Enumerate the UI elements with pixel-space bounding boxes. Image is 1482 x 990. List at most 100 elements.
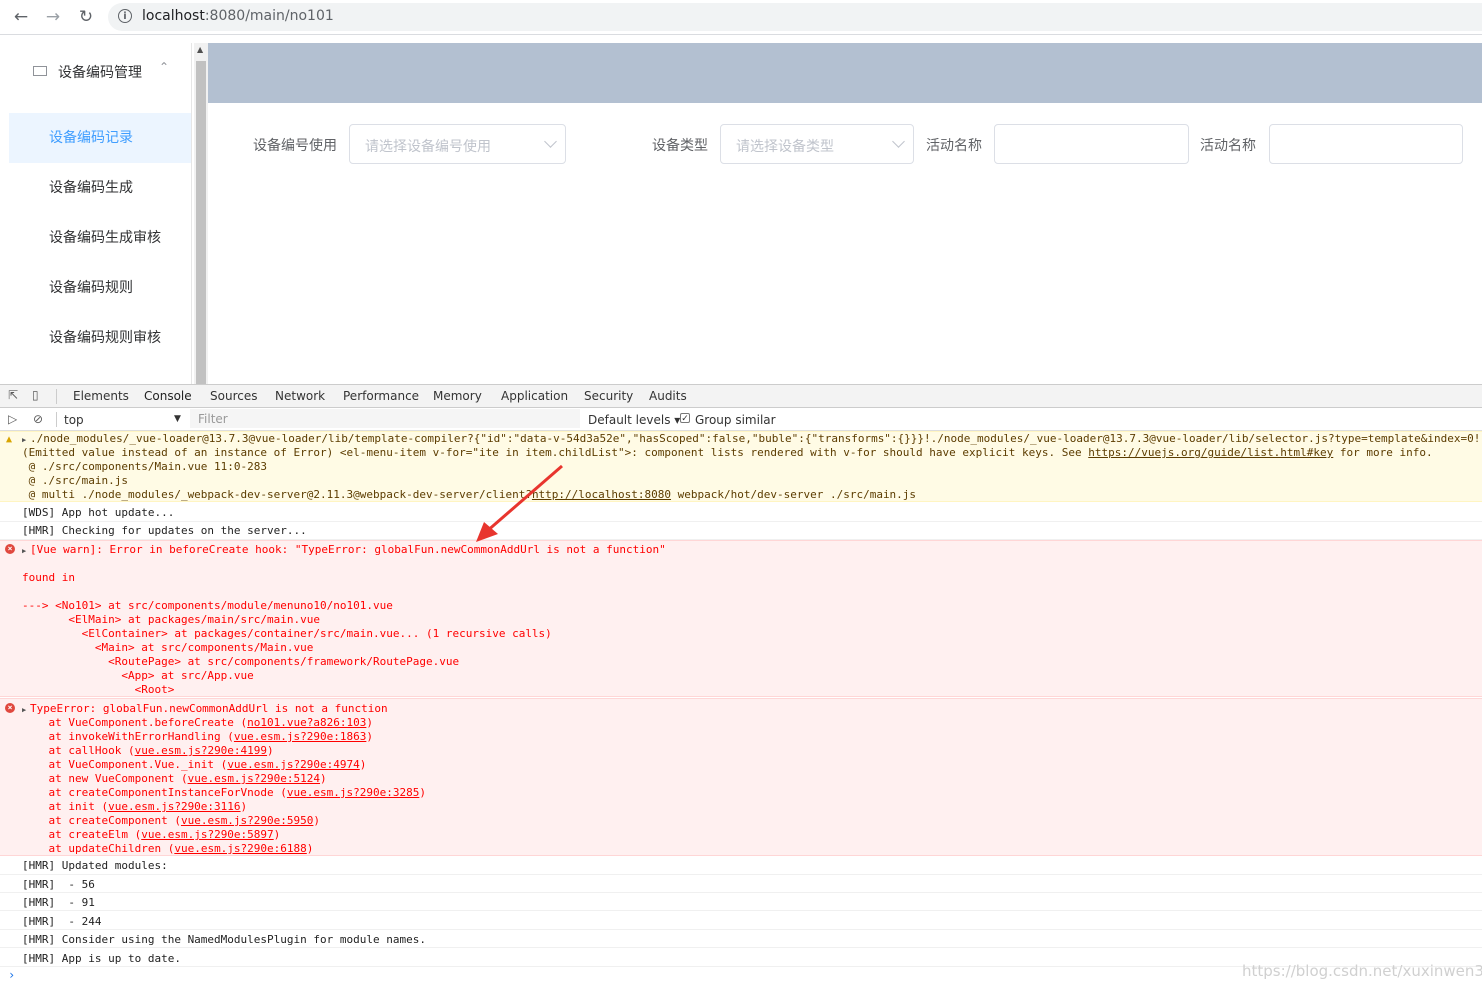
frame-fn: at createComponentInstanceForVnode ( bbox=[22, 786, 287, 799]
toolbar-divider bbox=[56, 389, 57, 404]
devtools-tabbar: ⇱ ▯ Elements Console Sources Network Per… bbox=[0, 384, 1482, 410]
expand-triangle-icon[interactable]: ▶ bbox=[22, 703, 26, 717]
console-prompt-icon[interactable]: › bbox=[8, 968, 15, 982]
console-error-vue-warn: × ▶ [Vue warn]: Error in beforeCreate ho… bbox=[0, 540, 1482, 697]
tab-sources[interactable]: Sources bbox=[210, 385, 257, 408]
url-path: :8080/main/no101 bbox=[204, 8, 334, 24]
frame-link[interactable]: vue.esm.js?290e:3116 bbox=[108, 800, 240, 813]
error-line: TypeError: globalFun.newCommonAddUrl is … bbox=[30, 702, 388, 715]
frame-link[interactable]: vue.esm.js?290e:4974 bbox=[227, 758, 359, 771]
console-log: [HMR] Checking for updates on the server… bbox=[0, 522, 1482, 540]
frame-end: ) bbox=[267, 744, 274, 757]
stack-frame: at VueComponent.beforeCreate (no101.vue?… bbox=[22, 716, 373, 730]
error-line: [Vue warn]: Error in beforeCreate hook: … bbox=[30, 543, 666, 556]
sidebar-menu: 设备编码管理 ⌃ 设备编码记录 设备编码生成 设备编码生成审核 设备编码规则 设… bbox=[9, 43, 192, 384]
log-levels-dropdown[interactable]: Default levels ▾ bbox=[588, 413, 680, 427]
info-icon[interactable]: i bbox=[118, 9, 132, 23]
log-text: [HMR] - 56 bbox=[22, 878, 95, 891]
sidebar-item-code-rules-review[interactable]: 设备编码规则审核 bbox=[9, 313, 191, 363]
address-bar[interactable]: i localhost:8080/main/no101 bbox=[108, 3, 1482, 31]
stack-frame: at init (vue.esm.js?290e:3116) bbox=[22, 800, 247, 814]
frame-fn: at createElm ( bbox=[22, 828, 142, 841]
clear-console-icon[interactable]: ⊘ bbox=[33, 413, 46, 426]
sidebar-toggle-icon[interactable]: ▷ bbox=[8, 413, 21, 426]
tab-application[interactable]: Application bbox=[501, 385, 568, 408]
tab-network[interactable]: Network bbox=[275, 385, 325, 408]
expand-triangle-icon[interactable]: ▶ bbox=[22, 544, 26, 558]
frame-fn: at updateChildren ( bbox=[22, 842, 175, 855]
sidebar-item-code-generate[interactable]: 设备编码生成 bbox=[9, 163, 191, 213]
chevron-up-icon: ⌃ bbox=[159, 60, 170, 74]
filter-placeholder: Filter bbox=[198, 412, 228, 426]
device-toolbar-icon[interactable]: ▯ bbox=[32, 389, 45, 402]
expand-triangle-icon[interactable]: ▶ bbox=[22, 433, 26, 447]
error-line: <RoutePage> at src/components/framework/… bbox=[22, 655, 460, 668]
device-type-select[interactable]: 请选择设备类型 bbox=[720, 124, 914, 164]
context-selector[interactable]: top bbox=[64, 413, 84, 427]
activity-name-input[interactable] bbox=[994, 124, 1189, 164]
frame-end: ) bbox=[366, 730, 373, 743]
warning-text: @ multi ./node_modules/_webpack-dev-serv… bbox=[22, 488, 532, 501]
url-text: localhost:8080/main/no101 bbox=[142, 8, 334, 24]
back-arrow-icon[interactable]: ← bbox=[10, 6, 32, 28]
frame-link[interactable]: vue.esm.js?290e:5124 bbox=[188, 772, 320, 785]
app-page: 设备编码管理 ⌃ 设备编码记录 设备编码生成 设备编码生成审核 设备编码规则 设… bbox=[0, 35, 1482, 384]
docs-link[interactable]: https://vuejs.org/guide/list.html#key bbox=[1088, 446, 1333, 459]
warning-text: for more info. bbox=[1333, 446, 1433, 459]
error-icon: × bbox=[5, 703, 15, 713]
group-similar-checkbox[interactable]: ✓ bbox=[680, 413, 690, 424]
scroll-up-icon[interactable]: ▲ bbox=[197, 45, 203, 54]
frame-link[interactable]: vue.esm.js?290e:6188 bbox=[174, 842, 306, 855]
error-line: <Root> bbox=[22, 683, 175, 696]
sidebar-item-code-record[interactable]: 设备编码记录 bbox=[9, 113, 191, 163]
reload-icon[interactable]: ↻ bbox=[75, 6, 97, 28]
tab-memory[interactable]: Memory bbox=[433, 385, 482, 408]
error-line: <App> at src/App.vue bbox=[22, 669, 254, 682]
frame-fn: at VueComponent.beforeCreate ( bbox=[22, 716, 248, 729]
scrollbar-thumb[interactable] bbox=[196, 61, 206, 384]
tab-audits[interactable]: Audits bbox=[649, 385, 687, 408]
submenu-device-code[interactable]: 设备编码管理 ⌃ bbox=[9, 43, 191, 99]
url-host: localhost bbox=[142, 8, 205, 24]
tab-performance[interactable]: Performance bbox=[343, 385, 419, 408]
envelope-icon bbox=[33, 66, 47, 76]
stack-frame: at createComponent (vue.esm.js?290e:5950… bbox=[22, 814, 320, 828]
dropdown-arrow-icon[interactable]: ▼ bbox=[174, 414, 181, 424]
frame-link[interactable]: vue.esm.js?290e:5897 bbox=[141, 828, 273, 841]
frame-link[interactable]: vue.esm.js?290e:3285 bbox=[287, 786, 419, 799]
inspect-element-icon[interactable]: ⇱ bbox=[8, 389, 21, 402]
frame-end: ) bbox=[419, 786, 426, 799]
frame-link[interactable]: vue.esm.js?290e:5950 bbox=[181, 814, 313, 827]
device-number-usage-select[interactable]: 请选择设备编号使用 bbox=[349, 124, 566, 164]
tab-console[interactable]: Console bbox=[134, 385, 202, 410]
activity-name-input-2[interactable] bbox=[1269, 124, 1463, 164]
frame-link[interactable]: no101.vue?a826:103 bbox=[247, 716, 366, 729]
stack-frame: at VueComponent.Vue._init (vue.esm.js?29… bbox=[22, 758, 366, 772]
console-filter-input[interactable]: Filter bbox=[190, 409, 580, 428]
frame-link[interactable]: vue.esm.js?290e:4199 bbox=[135, 744, 267, 757]
error-icon: × bbox=[5, 544, 15, 554]
watermark: https://blog.csdn.net/xuxinwen32 bbox=[1242, 962, 1482, 980]
forward-arrow-icon[interactable]: → bbox=[42, 6, 64, 28]
frame-end: ) bbox=[320, 772, 327, 785]
tab-elements[interactable]: Elements bbox=[73, 385, 129, 408]
stack-frame: at invokeWithErrorHandling (vue.esm.js?2… bbox=[22, 730, 373, 744]
warning-icon: ▲ bbox=[6, 434, 13, 445]
console-warning: ▲ ▶ ./node_modules/_vue-loader@13.7.3@vu… bbox=[0, 431, 1482, 502]
frame-link[interactable]: vue.esm.js?290e:1863 bbox=[234, 730, 366, 743]
error-line: found in bbox=[22, 571, 75, 584]
frame-end: ) bbox=[359, 758, 367, 771]
log-levels-label: Default levels bbox=[588, 413, 671, 427]
select-placeholder: 请选择设备编号使用 bbox=[365, 139, 491, 155]
frame-fn: at callHook ( bbox=[22, 744, 135, 757]
tab-security[interactable]: Security bbox=[584, 385, 633, 408]
warning-text: webpack/hot/dev-server ./src/main.js bbox=[671, 488, 917, 501]
frame-end: ) bbox=[273, 828, 281, 841]
sidebar-scrollbar[interactable]: ▲ bbox=[194, 43, 208, 384]
annotation-arrow bbox=[476, 464, 563, 542]
frame-fn: at init ( bbox=[22, 800, 109, 813]
sidebar-item-code-rules[interactable]: 设备编码规则 bbox=[9, 263, 191, 313]
log-text: [HMR] Updated modules: bbox=[22, 859, 168, 872]
sidebar-item-code-generate-review[interactable]: 设备编码生成审核 bbox=[9, 213, 191, 263]
warning-line: ./node_modules/_vue-loader@13.7.3@vue-lo… bbox=[30, 432, 1482, 445]
